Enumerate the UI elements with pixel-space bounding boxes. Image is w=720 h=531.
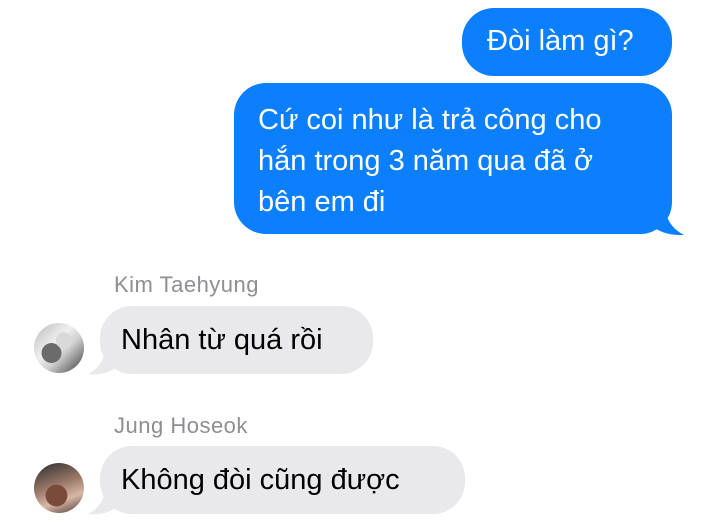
outgoing-message-bubble[interactable]: Đòi làm gì? [462,8,672,76]
message-text: Đòi làm gì? [487,25,634,57]
message-text: Nhân từ quá rồi [121,324,323,356]
avatar[interactable] [34,463,84,513]
outgoing-message-bubble[interactable]: Cứ coi như là trả công cho hắn trong 3 n… [234,83,672,234]
sender-name: Jung Hoseok [114,413,248,438]
sender-name: Kim Taehyung [114,272,260,297]
message-text-line: bên em đi [258,186,386,218]
message-thread: Đòi làm gì? Cứ coi như là trả công cho h… [0,0,720,531]
message-text-line: hắn trong 3 năm qua đã ở [258,145,594,177]
outgoing-bubble-tail [650,204,684,236]
avatar[interactable] [34,323,84,373]
message-text: Không đòi cũng được [121,464,400,496]
incoming-message-bubble[interactable]: Nhân từ quá rồi [100,306,373,374]
message-text-line: Cứ coi như là trả công cho [258,104,602,136]
incoming-message-bubble[interactable]: Không đòi cũng được [100,446,465,514]
